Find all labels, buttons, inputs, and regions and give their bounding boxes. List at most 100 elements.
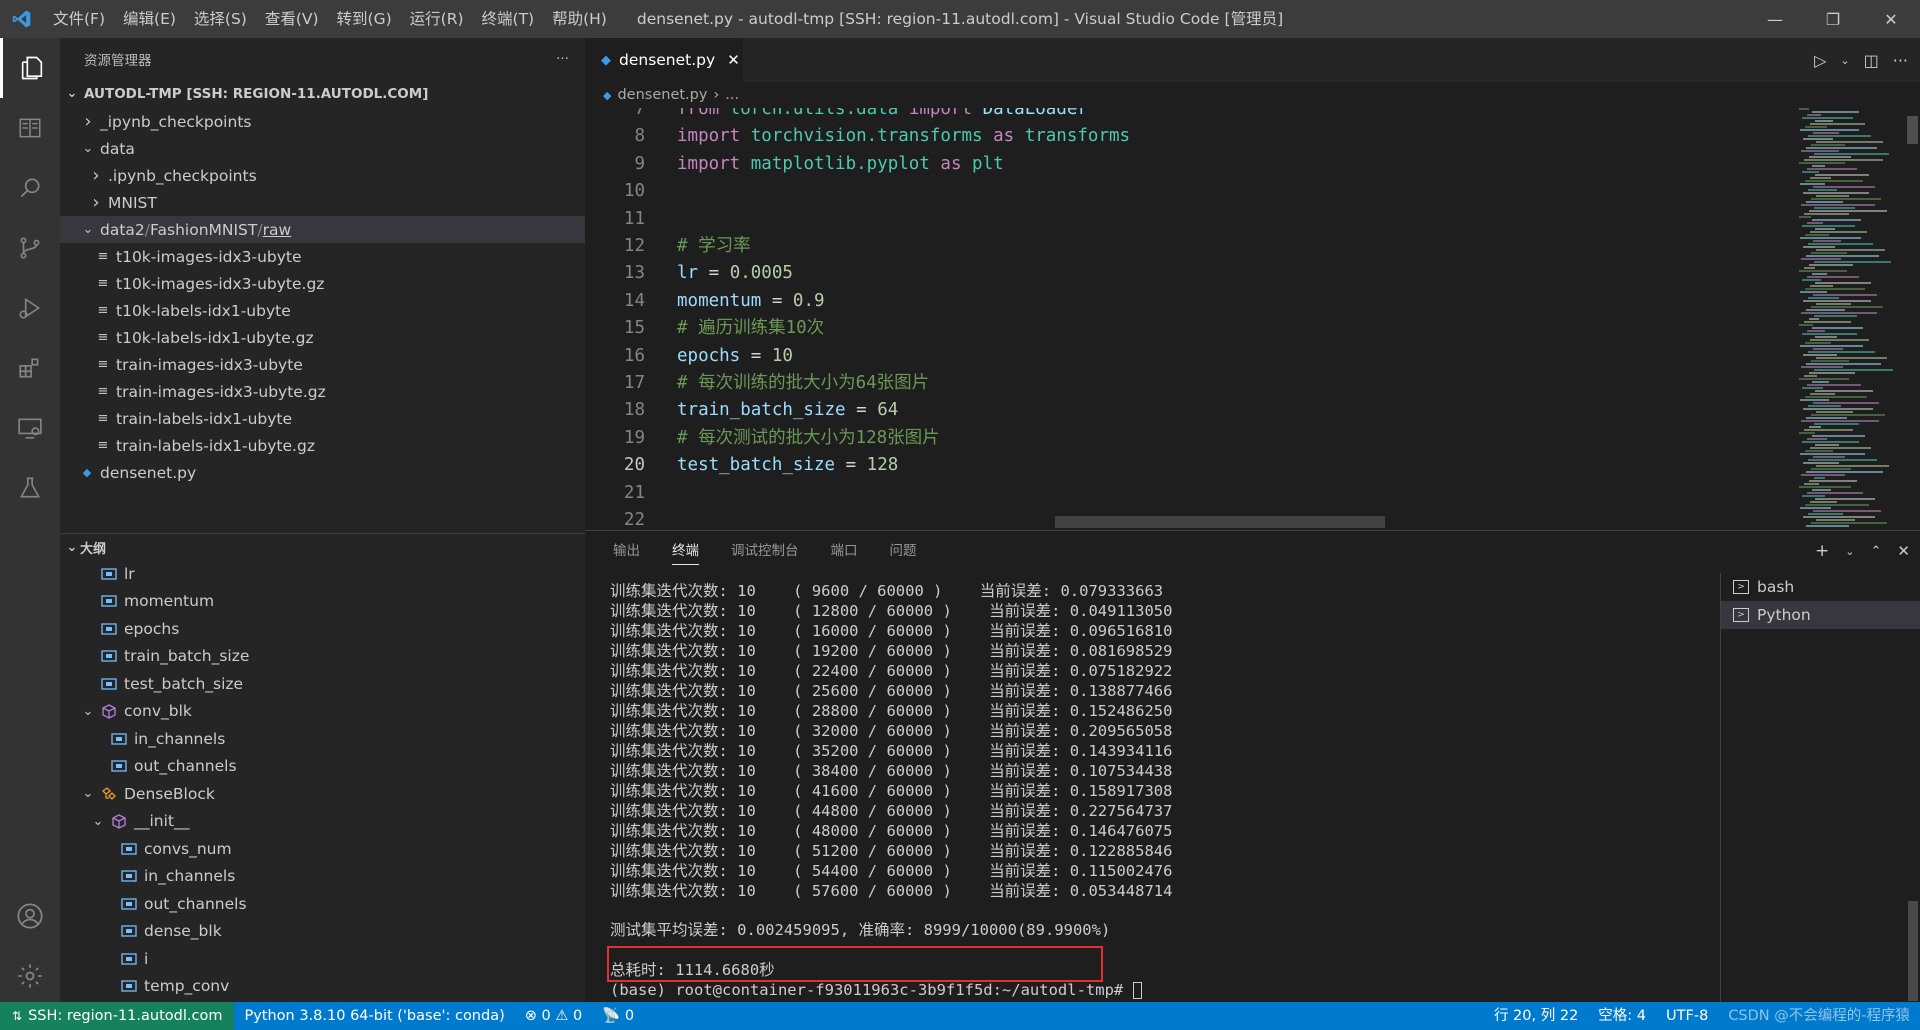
outline-item[interactable]: epochs: [60, 615, 585, 642]
outline-item[interactable]: in_channels: [60, 725, 585, 752]
panel-tab[interactable]: 调试控制台: [731, 531, 799, 571]
tree-item[interactable]: › .ipynb_checkpoints: [60, 162, 585, 189]
extensions-icon[interactable]: [0, 338, 60, 398]
chevron-down-icon[interactable]: ⌄: [1845, 545, 1854, 558]
tree-item[interactable]: ⌄ data: [60, 135, 585, 162]
more-actions-button[interactable]: ···: [556, 51, 569, 67]
ports-indicator[interactable]: 📡 0: [592, 1002, 644, 1030]
remote-explorer-icon[interactable]: [0, 398, 60, 458]
minimap-line: [1806, 471, 1883, 473]
menu-item[interactable]: 文件(F): [44, 0, 114, 38]
menu-item[interactable]: 编辑(E): [114, 0, 185, 38]
more-actions-icon[interactable]: ···: [1893, 51, 1908, 70]
outline-item[interactable]: lr: [60, 560, 585, 587]
editor-scrollbar[interactable]: [1905, 108, 1920, 530]
outline-section-header[interactable]: ⌄ 大纲: [60, 533, 585, 560]
run-debug-icon[interactable]: [0, 278, 60, 338]
panel-tab[interactable]: 终端: [672, 531, 699, 571]
chevron-down-icon[interactable]: ⌄: [1840, 54, 1849, 67]
scrollbar-thumb[interactable]: [1907, 116, 1918, 144]
search-icon[interactable]: [0, 158, 60, 218]
close-tab-icon[interactable]: ✕: [727, 51, 740, 69]
new-terminal-icon[interactable]: +: [1815, 541, 1829, 561]
maximize-panel-icon[interactable]: ⌃: [1871, 544, 1882, 559]
outline-item[interactable]: in_channels: [60, 863, 585, 890]
restore-button[interactable]: ❐: [1804, 0, 1862, 38]
code-line: 12 # 学习率: [585, 233, 1795, 260]
tree-item[interactable]: ≡ t10k-images-idx3-ubyte: [60, 243, 585, 270]
indentation[interactable]: 空格: 4: [1588, 1002, 1656, 1030]
tree-item[interactable]: ≡ train-images-idx3-ubyte.gz: [60, 378, 585, 405]
tree-item[interactable]: ≡ train-labels-idx1-ubyte.gz: [60, 432, 585, 459]
notebook-icon[interactable]: [0, 98, 60, 158]
minimap-line: [1801, 420, 1879, 422]
explorer-icon[interactable]: [0, 38, 60, 98]
variable-symbol-icon: [120, 924, 138, 939]
outline-item[interactable]: convs_num: [60, 835, 585, 862]
tree-item[interactable]: › MNIST: [60, 189, 585, 216]
terminal-instance[interactable]: > Python: [1721, 601, 1920, 629]
outline-item[interactable]: momentum: [60, 588, 585, 615]
split-editor-icon[interactable]: ◫: [1864, 51, 1879, 70]
panel-tab[interactable]: 问题: [890, 531, 917, 571]
outline-item[interactable]: ⌄ conv_blk: [60, 698, 585, 725]
breadcrumb-more[interactable]: ...: [725, 87, 739, 103]
variable-symbol-icon: [120, 951, 138, 966]
close-panel-icon[interactable]: ✕: [1897, 542, 1910, 560]
account-icon[interactable]: [0, 886, 60, 946]
encoding[interactable]: UTF-8: [1656, 1002, 1718, 1030]
code-line: 21: [585, 480, 1795, 507]
minimap[interactable]: [1795, 108, 1905, 530]
gear-icon[interactable]: [0, 946, 60, 1006]
breadcrumb-file[interactable]: densenet.py: [617, 87, 707, 103]
python-interpreter[interactable]: Python 3.8.10 64-bit ('base': conda): [234, 1002, 514, 1030]
code-editor[interactable]: 7 from torch.utils.data import DataLoader…: [585, 108, 1920, 530]
outline-item[interactable]: ⌄ __init__: [60, 808, 585, 835]
testing-icon[interactable]: [0, 458, 60, 518]
code-line: 8 import torchvision.transforms as transf…: [585, 123, 1795, 150]
terminal-scrollbar[interactable]: [1908, 901, 1918, 1001]
code-token: plt: [972, 153, 1004, 174]
tree-item[interactable]: ≡ train-images-idx3-ubyte: [60, 351, 585, 378]
outline-item[interactable]: out_channels: [60, 890, 585, 917]
outline-item[interactable]: i: [60, 945, 585, 972]
terminal-prompt[interactable]: (base) root@container-f93011963c-3b9f1f5…: [610, 980, 1142, 1000]
outline-item-label: test_batch_size: [124, 674, 244, 693]
run-file-icon[interactable]: ▷: [1814, 51, 1826, 70]
menu-item[interactable]: 终端(T): [473, 0, 544, 38]
outline-item[interactable]: train_batch_size: [60, 643, 585, 670]
workspace-root[interactable]: ⌄ AUTODL-TMP [SSH: REGION-11.AUTODL.COM]: [60, 80, 585, 107]
outline-item[interactable]: ⌄ DenseBlock: [60, 780, 585, 807]
minimize-button[interactable]: —: [1746, 0, 1804, 38]
problems-indicator[interactable]: ⊗ 0 ⚠ 0: [515, 1002, 592, 1030]
source-control-icon[interactable]: [0, 218, 60, 278]
terminal-output[interactable]: 训练集迭代次数: 10 ( 9600 / 60000 ) 当前误差: 0.079…: [585, 573, 1720, 1003]
close-window-button[interactable]: ✕: [1862, 0, 1920, 38]
cursor-position[interactable]: 行 20, 列 22: [1484, 1002, 1588, 1030]
tab-densenet-py[interactable]: ◆ densenet.py ✕: [585, 38, 743, 82]
horizontal-scrollbar[interactable]: [1055, 516, 1385, 528]
outline-item[interactable]: out_channels: [60, 753, 585, 780]
panel-tabs: 输出 终端 调试控制台 端口 问题: [585, 531, 949, 571]
tree-item[interactable]: ≡ train-labels-idx1-ubyte: [60, 405, 585, 432]
tree-item[interactable]: ≡ t10k-labels-idx1-ubyte.gz: [60, 324, 585, 351]
menu-item[interactable]: 运行(R): [401, 0, 473, 38]
panel-tab[interactable]: 输出: [613, 531, 640, 571]
tree-item[interactable]: › _ipynb_checkpoints: [60, 108, 585, 135]
outline-item[interactable]: test_batch_size: [60, 670, 585, 697]
tree-item[interactable]: ≡ t10k-images-idx3-ubyte.gz: [60, 270, 585, 297]
tree-item[interactable]: ≡ t10k-labels-idx1-ubyte: [60, 297, 585, 324]
menu-item[interactable]: 查看(V): [256, 0, 328, 38]
tree-item[interactable]: ⌄ data2 / FashionMNIST / raw: [60, 216, 585, 243]
menu-item[interactable]: 选择(S): [185, 0, 256, 38]
menu-item[interactable]: 转到(G): [328, 0, 401, 38]
menu-item[interactable]: 帮助(H): [543, 0, 616, 38]
outline-item[interactable]: temp_conv: [60, 973, 585, 1000]
outline-item[interactable]: dense_blk: [60, 918, 585, 945]
terminal-instance[interactable]: > bash: [1721, 573, 1920, 601]
remote-indicator[interactable]: ⇅ SSH: region-11.autodl.com: [0, 1002, 235, 1030]
panel-tab[interactable]: 端口: [831, 531, 858, 571]
bottom-panel: 输出 终端 调试控制台 端口 问题 + ⌄ ⌃ ✕ 训练集迭代次数: 10 ( 9600…: [585, 530, 1920, 1003]
tree-item[interactable]: ◆ densenet.py: [60, 459, 585, 486]
minimap-line: [1808, 135, 1871, 137]
